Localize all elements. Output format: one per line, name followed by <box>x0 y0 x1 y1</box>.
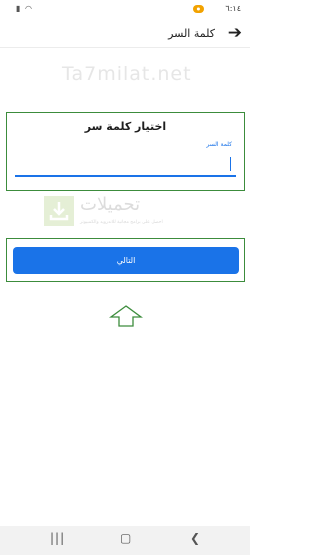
next-button[interactable]: التالي <box>13 247 239 274</box>
system-nav-bar: ||| ▢ ❮ <box>0 526 250 555</box>
up-arrow-icon <box>109 305 143 327</box>
logo-subtitle: احصل على برامج مجانية للاندرويد والكمبيو… <box>80 220 163 225</box>
text-cursor <box>230 157 231 171</box>
status-bar: ▮ ◠ ● ٦:١٤ <box>0 0 250 20</box>
form-title: اختيار كلمة سر <box>84 120 167 133</box>
data-saver-icon: ● <box>193 5 204 13</box>
status-icons: ▮ ◠ <box>16 4 33 13</box>
site-watermark: Ta7milat.net <box>62 63 192 85</box>
page-title: كلمة السر <box>168 27 215 40</box>
recents-icon[interactable]: ||| <box>50 531 65 545</box>
arrow-right-icon[interactable]: ➔ <box>228 22 242 44</box>
download-logo-icon <box>44 196 74 226</box>
password-field-label: كلمة السر <box>206 141 232 148</box>
back-icon[interactable]: ❮ <box>190 531 200 545</box>
password-form-highlight: اختيار كلمة سر كلمة السر <box>6 112 245 191</box>
home-icon[interactable]: ▢ <box>120 531 131 545</box>
password-input[interactable] <box>15 151 236 177</box>
app-bar: ➔ كلمة السر <box>0 20 250 48</box>
clock: ٦:١٤ <box>225 4 241 13</box>
logo-text: تحميلات <box>80 194 141 215</box>
next-button-highlight: التالي <box>6 238 245 282</box>
logo-watermark: تحميلات احصل على برامج مجانية للاندرويد … <box>44 194 196 232</box>
